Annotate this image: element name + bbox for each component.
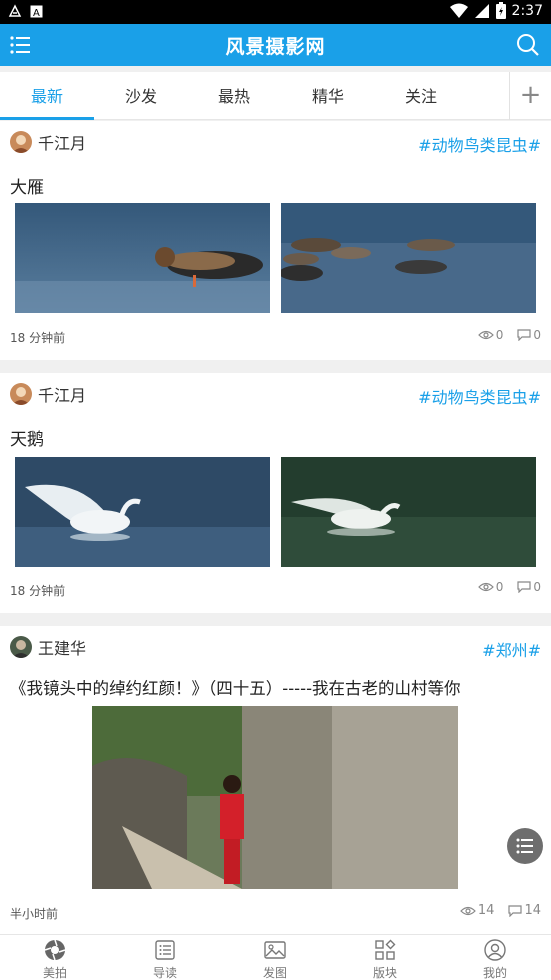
tab-hottest[interactable]: 最热	[187, 72, 281, 120]
comments-count: 14	[524, 903, 541, 918]
avatar[interactable]	[10, 383, 32, 405]
post-photo[interactable]	[15, 457, 270, 567]
nav-item-meipai[interactable]: 美拍	[0, 935, 110, 980]
views-count: 0	[495, 580, 504, 594]
post-time: 半小时前	[10, 907, 59, 921]
avatar[interactable]	[10, 636, 32, 658]
nav-item-sections[interactable]: 版块	[330, 935, 440, 980]
image-icon	[264, 941, 286, 959]
comments-count: 0	[533, 328, 541, 342]
post-author[interactable]: 千江月	[10, 382, 86, 406]
app-title: 风景摄影网	[225, 36, 326, 58]
author-name[interactable]: 千江月	[38, 382, 86, 406]
nav-label: 美拍	[42, 966, 67, 980]
tab-sofa[interactable]: 沙发	[94, 72, 188, 120]
post-card[interactable]: 王建华 #郑州# 《我镜头中的绰约红颜！》（四十五）-----我在古老的山村等你…	[0, 626, 551, 934]
author-name[interactable]: 千江月	[38, 130, 86, 154]
views-stat: 0	[477, 580, 504, 594]
tab-featured[interactable]: 精华	[281, 72, 375, 120]
category-tabs: 最新 沙发 最热 精华 关注 +	[0, 72, 551, 120]
status-bar: A 2:37	[0, 0, 551, 24]
app-bar: 风景摄影网	[0, 24, 551, 66]
battery-icon	[495, 2, 506, 19]
nav-label: 版块	[372, 966, 397, 980]
post-stats: 14 14	[460, 903, 541, 918]
post-photo[interactable]	[15, 203, 270, 313]
post-photo[interactable]	[281, 203, 536, 313]
post-stats: 0 0	[477, 580, 541, 594]
post-card[interactable]: 千江月 #动物鸟类昆虫# 天鹅 18 分钟前 0 0	[0, 373, 551, 613]
nav-label: 发图	[262, 966, 287, 980]
add-tab-button[interactable]: +	[509, 72, 551, 120]
eye-icon	[477, 582, 494, 592]
comment-icon	[517, 581, 531, 593]
post-stats: 0 0	[477, 328, 541, 342]
post-card[interactable]: 千江月 #动物鸟类昆虫# 大雁 18 分钟前 0 0	[0, 121, 551, 360]
post-title[interactable]: 天鹅	[10, 425, 44, 450]
post-title[interactable]: 大雁	[10, 173, 44, 198]
nav-item-guide[interactable]: 导读	[110, 935, 220, 980]
wifi-icon	[449, 3, 468, 18]
a-notification-icon: A	[30, 5, 43, 18]
nav-item-post-image[interactable]: 发图	[220, 935, 330, 980]
post-author[interactable]: 千江月	[10, 130, 86, 154]
avatar[interactable]	[10, 131, 32, 153]
nav-item-mine[interactable]: 我的	[440, 935, 550, 980]
list-icon	[516, 838, 533, 854]
views-stat: 0	[477, 328, 504, 342]
comments-count: 0	[533, 580, 541, 594]
post-author[interactable]: 王建华	[10, 635, 86, 659]
eye-icon	[460, 906, 476, 915]
post-tag[interactable]: #郑州#	[482, 637, 541, 661]
post-tag[interactable]: #动物鸟类昆虫#	[418, 132, 541, 156]
floating-list-button[interactable]	[507, 828, 543, 864]
tab-latest[interactable]: 最新	[0, 72, 94, 120]
views-count: 14	[477, 903, 495, 918]
tab-following[interactable]: 关注	[374, 72, 468, 120]
post-tag[interactable]: #动物鸟类昆虫#	[418, 384, 541, 408]
list-icon	[155, 940, 175, 960]
nav-label: 导读	[152, 966, 177, 980]
grid-icon	[375, 939, 396, 960]
views-count: 0	[495, 328, 504, 342]
aperture-icon	[44, 939, 66, 961]
comment-icon	[508, 904, 523, 917]
signal-icon	[474, 3, 489, 18]
bottom-navigation: 美拍 导读 发图 版块 我的	[0, 934, 551, 980]
user-icon	[484, 939, 506, 961]
svg-text:A: A	[33, 8, 40, 18]
post-photo[interactable]	[281, 457, 536, 567]
views-stat: 14	[460, 903, 495, 918]
comments-stat[interactable]: 14	[508, 903, 541, 918]
post-time: 18 分钟前	[10, 331, 66, 345]
search-icon[interactable]	[515, 32, 541, 58]
status-time: 2:37	[511, 2, 543, 19]
post-photo[interactable]	[92, 706, 458, 889]
author-name[interactable]: 王建华	[38, 635, 86, 659]
post-time: 18 分钟前	[10, 584, 66, 598]
comment-icon	[517, 329, 531, 341]
comments-stat[interactable]: 0	[517, 328, 541, 342]
nav-label: 我的	[482, 966, 507, 980]
app-notification-icon	[8, 4, 22, 17]
post-title[interactable]: 《我镜头中的绰约红颜！》（四十五）-----我在古老的山村等你	[10, 675, 461, 699]
eye-icon	[477, 330, 494, 340]
comments-stat[interactable]: 0	[517, 580, 541, 594]
